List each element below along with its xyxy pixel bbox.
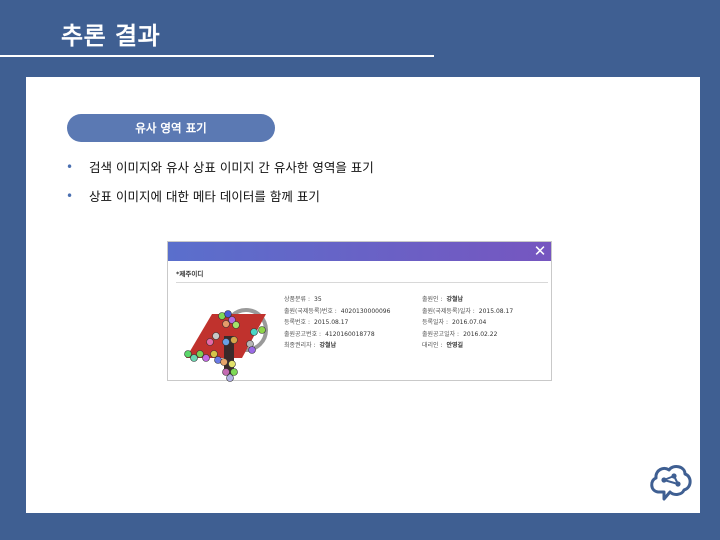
field-value: 2015.08.17 [314,319,349,326]
field-value: 안영길 [446,342,464,349]
metadata-right: 출원인 : 강철남 출원(국제등록)일자 :2015.08.17 등록일자 :20… [422,294,513,352]
field-label: 대리인 : [422,342,443,349]
field-row: 상품분류 :35 [284,294,390,306]
close-icon[interactable]: ✕ [533,242,547,261]
field-row: 출원공고일자 :2016.02.22 [422,329,513,341]
metadata-left: 상품분류 :35 출원(국제등록)번호 :4020130000096 등록번호 … [284,294,390,352]
field-row: 등록번호 :2015.08.17 [284,317,390,329]
field-row: 최종권리자 : 강철남 [284,340,390,352]
field-label: 최종권리자 : [284,342,316,349]
field-value: 강철남 [319,342,337,349]
field-value: 강철남 [446,296,464,303]
header-divider [176,282,548,283]
field-row: 대리인 : 안영길 [422,340,513,352]
field-label: 출원공고일자 : [422,330,460,338]
field-value: 35 [314,296,322,303]
brain-network-icon [650,465,692,501]
field-row: 출원(국제등록)일자 :2015.08.17 [422,306,513,318]
bullet-icon: • [66,160,74,174]
field-row: 출원인 : 강철남 [422,294,513,306]
trademark-name: *제주이디 [176,270,204,278]
field-value: 2015.08.17 [478,307,514,315]
title-divider [0,55,434,57]
field-row: 등록일자 :2016.07.04 [422,317,513,329]
field-value: 4020130000096 [340,307,391,315]
field-label: 출원공고번호 : [284,330,322,338]
bullet-item: • 상표 이미지에 대한 메타 데이터를 함께 표기 [64,188,374,205]
window-header: ✕ [168,242,551,261]
field-label: 등록일자 : [422,319,449,326]
bullet-item: • 검색 이미지와 유사 상표 이미지 간 유사한 영역을 표기 [64,159,374,176]
bullet-icon: • [66,189,74,203]
field-label: 등록번호 : [284,319,311,326]
section-label: 유사 영역 표기 [67,114,275,142]
slide-title: 추론 결과 [61,22,161,50]
content-panel: 유사 영역 표기 • 검색 이미지와 유사 상표 이미지 간 유사한 영역을 표… [26,77,700,513]
field-value: 4120160018778 [325,330,375,338]
bullet-list: • 검색 이미지와 유사 상표 이미지 간 유사한 영역을 표기 • 상표 이미… [64,159,374,217]
field-label: 출원(국제등록)일자 : [422,307,475,315]
field-row: 출원(국제등록)번호 :4020130000096 [284,306,390,318]
field-label: 상품분류 : [284,296,311,303]
field-value: 2016.07.04 [452,319,487,326]
field-label: 출원(국제등록)번호 : [284,307,337,315]
trademark-image [184,308,268,382]
bullet-text: 상표 이미지에 대한 메타 데이터를 함께 표기 [89,189,320,204]
field-value: 2016.02.22 [463,330,498,338]
trademark-detail-window: ✕ *제주이디 상품분류: 35 출원(국제등록)번호: 402013000… [167,241,552,382]
field-row: 출원공고번호 :4120160018778 [284,329,390,341]
field-label: 출원인 : [422,296,443,303]
bullet-text: 검색 이미지와 유사 상표 이미지 간 유사한 영역을 표기 [89,160,374,175]
